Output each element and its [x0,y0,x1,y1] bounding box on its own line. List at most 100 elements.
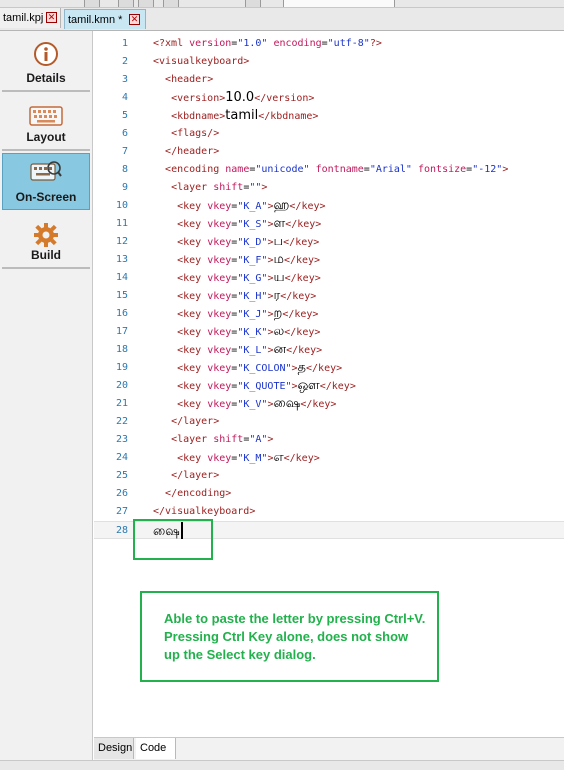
code-token: <layer [171,182,214,193]
code-line[interactable]: 7 </header> [94,143,564,161]
toolbar [0,0,564,8]
code-token: ம [273,252,284,267]
code-line[interactable]: 9 <layer shift=""> [94,179,564,197]
sidebar-item-details[interactable]: Details [2,35,90,92]
code-token: "-12" [472,164,503,175]
code-text: <key vkey="K_COLON">த</key> [153,359,342,378]
code-token: "K_A" [237,201,268,212]
code-line[interactable]: 4 <version>10.0</version> [94,89,564,107]
code-token: </layer> [171,470,220,481]
code-token: "K_M" [237,453,268,464]
annotation-note: Able to paste the letter by pressing Ctr… [140,591,439,682]
code-token: </key> [284,327,321,338]
line-number: 5 [121,110,128,121]
code-token: ற [273,306,283,321]
code-line[interactable]: 5 <kbdname>tamil</kbdname> [94,107,564,125]
code-token: vkey [207,237,232,248]
code-token: "A" [249,434,268,445]
code-line[interactable]: 17 <key vkey="K_K">ல</key> [94,323,564,341]
close-icon[interactable]: ✕ [46,12,57,23]
code-token: <key [177,291,208,302]
code-line[interactable]: 8 <encoding name="unicode" fontname="Ari… [94,161,564,179]
code-line[interactable]: 23 <layer shift="A"> [94,431,564,449]
code-line[interactable]: 19 <key vkey="K_COLON">த</key> [94,359,564,377]
code-line[interactable]: 14 <key vkey="K_G">ய</key> [94,269,564,287]
code-line[interactable]: 25 </layer> [94,467,564,485]
code-line[interactable]: 3 <header> [94,71,564,89]
sidebar-item-build[interactable]: Build [2,212,90,269]
code-token: vkey [207,309,232,320]
code-line[interactable]: 12 <key vkey="K_D">ப</key> [94,233,564,251]
highlight-box [133,519,213,560]
code-line[interactable]: 1 <?xml version="1.0" encoding="utf-8"?> [94,35,564,53]
code-line[interactable]: 2 <visualkeyboard> [94,53,564,71]
code-line[interactable]: 6 <flags/> [94,125,564,143]
code-line[interactable]: 16 <key vkey="K_J">ற</key> [94,305,564,323]
code-token: fontname [315,164,364,175]
close-icon[interactable]: ✕ [129,14,140,25]
code-token: "1.0" [237,38,268,49]
code-line[interactable]: 21 <key vkey="K_V">ஷை</key> [94,395,564,413]
tab-design[interactable]: Design [94,738,134,759]
code-token: </encoding> [165,488,232,499]
line-number: 27 [115,506,128,517]
code-line[interactable]: 10 <key vkey="K_A">ஹ</key> [94,197,564,215]
code-token: </key> [289,201,326,212]
code-token: "K_COLON" [237,363,292,374]
code-line[interactable]: 11 <key vkey="K_S">ள</key> [94,215,564,233]
code-token: vkey [207,201,232,212]
code-token: <visualkeyboard> [153,56,250,67]
code-text: <key vkey="K_J">ற</key> [153,305,318,324]
line-number: 4 [121,92,128,103]
code-token: vkey [207,273,232,284]
code-text: <key vkey="K_S">ள</key> [153,215,321,234]
code-token: "unicode" [255,164,310,175]
toolbar-button[interactable] [84,0,100,7]
tab-tamil-kpj[interactable]: tamil.kpj ✕ [0,8,61,28]
code-token: vkey [207,399,232,410]
code-token: > [261,182,268,193]
code-token: shift [213,182,244,193]
code-token: ப [273,234,284,249]
code-line[interactable]: 18 <key vkey="K_L">ன</key> [94,341,564,359]
code-line[interactable]: 20 <key vkey="K_QUOTE">ஔ</key> [94,377,564,395]
code-line[interactable]: 13 <key vkey="K_F">ம</key> [94,251,564,269]
code-token: fontsize [418,164,467,175]
gear-icon [34,223,58,247]
line-number: 15 [115,290,128,301]
code-token: version [189,38,232,49]
code-line[interactable]: 26 </encoding> [94,485,564,503]
toolbar-button[interactable] [245,0,261,7]
code-token: <?xml [153,38,190,49]
code-text: <layer shift=""> [153,179,267,197]
sidebar: Details Layout On-Screen Build [0,31,93,769]
toolbar-button[interactable] [138,0,154,7]
toolbar-dropdown[interactable] [283,0,395,7]
sidebar-item-on-screen[interactable]: On-Screen [2,153,90,210]
code-token: </layer> [171,416,220,427]
code-text: <encoding name="unicode" fontname="Arial… [153,161,508,179]
code-token: </key> [319,381,356,392]
toolbar-button[interactable] [118,0,134,7]
code-token: ய [273,270,285,285]
code-token: <kbdname> [171,111,226,122]
code-line[interactable]: 15 <key vkey="K_H">ர</key> [94,287,564,305]
code-line[interactable]: 24 <key vkey="K_M">எ</key> [94,449,564,467]
sidebar-item-layout[interactable]: Layout [2,94,90,151]
tab-code[interactable]: Code [136,738,176,759]
tab-tamil-kmn[interactable]: tamil.kmn * ✕ [64,9,146,29]
code-text: <key vkey="K_A">ஹ</key> [153,197,326,216]
code-token: </kbdname> [258,111,319,122]
code-text: </layer> [153,413,219,431]
sidebar-item-label: Build [31,248,61,262]
info-icon [34,42,58,66]
code-token: "K_F" [237,255,268,266]
code-line[interactable]: 22 </layer> [94,413,564,431]
toolbar-button[interactable] [163,0,179,7]
code-text: <key vkey="K_V">ஷை</key> [153,395,336,414]
